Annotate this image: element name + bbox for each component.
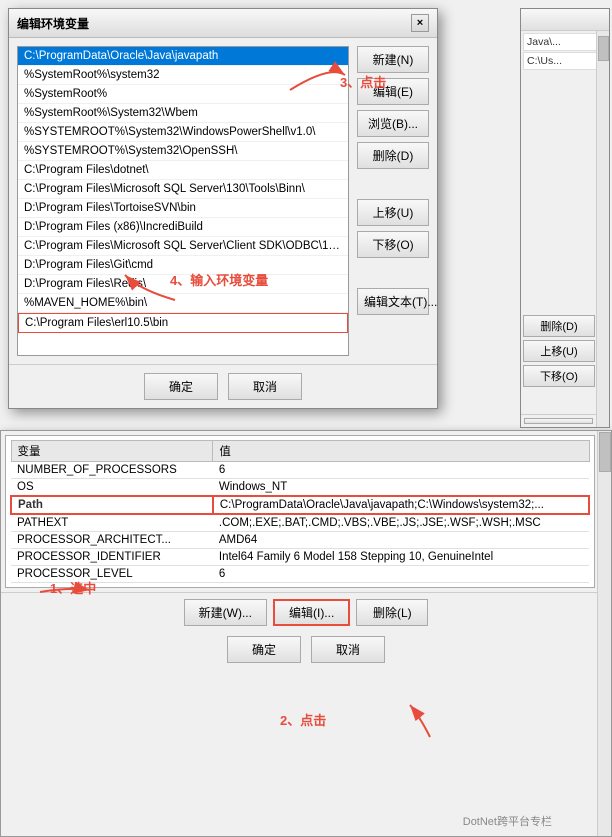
path-list-item-7[interactable]: C:\Program Files\Microsoft SQL Server\13… [18,180,348,199]
table-cell-var: PATHEXT [11,514,213,532]
table-row[interactable]: OSWindows_NT [11,479,589,497]
dialog-close-button[interactable]: × [411,14,429,32]
right-win-scroll-thumb [598,36,609,61]
table-cell-val: .COM;.EXE;.BAT;.CMD;.VBS;.VBE;.JS;.JSE;.… [213,514,589,532]
table-row[interactable]: PROCESSOR_LEVEL6 [11,566,589,583]
path-list-item-10[interactable]: C:\Program Files\Microsoft SQL Server\Cl… [18,237,348,256]
path-list-item-13[interactable]: %MAVEN_HOME%\bin\ [18,294,348,313]
table-row[interactable]: PROCESSOR_ARCHITECT...AMD64 [11,532,589,549]
watermark: DotNet跨平台专栏 [463,813,552,829]
dialog-title: 编辑环境变量 [17,15,89,32]
table-cell-var: PROCESSOR_IDENTIFIER [11,549,213,566]
sys-new-button[interactable]: 新建(W)... [184,599,267,626]
right-win-delete-btn[interactable]: 删除(D) [523,315,595,337]
table-cell-val: Windows_NT [213,479,589,497]
path-list-item-6[interactable]: C:\Program Files\dotnet\ [18,161,348,180]
path-list-item-5[interactable]: %SYSTEMROOT%\System32\OpenSSH\ [18,142,348,161]
sys-cancel-button[interactable]: 取消 [311,636,385,663]
right-win-bottom-btn[interactable] [524,418,593,424]
table-cell-val: C:\ProgramData\Oracle\Java\javapath;C:\W… [213,496,589,514]
path-list-item-9[interactable]: D:\Program Files (x86)\IncrediBuild [18,218,348,237]
path-list-item-4[interactable]: %SYSTEMROOT%\System32\WindowsPowerShell\… [18,123,348,142]
table-cell-val: AMD64 [213,532,589,549]
edit-button[interactable]: 编辑(E) [357,78,429,105]
table-cell-var: NUMBER_OF_PROCESSORS [11,462,213,479]
path-list-item-3[interactable]: %SystemRoot%\System32\Wbem [18,104,348,123]
path-list-item-14[interactable]: C:\Program Files\erl10.5\bin [18,313,348,333]
path-list-item-0[interactable]: C:\ProgramData\Oracle\Java\javapath [18,47,348,66]
system-env-window: 变量值NUMBER_OF_PROCESSORS6OSWindows_NTPath… [0,430,612,837]
table-row[interactable]: PROCESSOR_IDENTIFIERIntel64 Family 6 Mod… [11,549,589,566]
path-list: C:\ProgramData\Oracle\Java\javapath%Syst… [18,47,348,333]
table-row[interactable]: PATHEXT.COM;.EXE;.BAT;.CMD;.VBS;.VBE;.JS… [11,514,589,532]
sys-footer: 确定 取消 [1,632,611,669]
sys-edit-button[interactable]: 编辑(I)... [273,599,350,626]
new-button[interactable]: 新建(N) [357,46,429,73]
path-list-item-12[interactable]: D:\Program Files\Redis\ [18,275,348,294]
table-cell-val: 6 [213,566,589,583]
dialog-content: C:\ProgramData\Oracle\Java\javapath%Syst… [9,38,437,364]
table-cell-val: 6 [213,462,589,479]
right-win-movedown-btn[interactable]: 下移(O) [523,365,595,387]
table-cell-val: Intel64 Family 6 Model 158 Stepping 10, … [213,549,589,566]
table-row[interactable]: PathC:\ProgramData\Oracle\Java\javapath;… [11,496,589,514]
path-list-item-11[interactable]: D:\Program Files\Git\cmd [18,256,348,275]
table-cell-var: Path [11,496,213,514]
delete-button[interactable]: 删除(D) [357,142,429,169]
sys-delete-button[interactable]: 删除(L) [356,599,428,626]
edit-text-button[interactable]: 编辑文本(T)... [357,288,429,315]
right-win-scrollbar[interactable] [596,31,609,427]
right-win-btn-area: 删除(D) 上移(U) 下移(O) [523,315,595,387]
sys-env-table: 变量值NUMBER_OF_PROCESSORS6OSWindows_NTPath… [10,440,590,583]
dialog-footer: 确定 取消 [9,364,437,408]
table-cell-var: OS [11,479,213,497]
path-list-item-8[interactable]: D:\Program Files\TortoiseSVN\bin [18,199,348,218]
edit-env-dialog: 编辑环境变量 × C:\ProgramData\Oracle\Java\java… [8,8,438,409]
cancel-button[interactable]: 取消 [228,373,302,400]
right-win-moveup-btn[interactable]: 上移(U) [523,340,595,362]
table-cell-var: PROCESSOR_LEVEL [11,566,213,583]
sys-table-area: 变量值NUMBER_OF_PROCESSORS6OSWindows_NTPath… [5,435,595,588]
table-row[interactable]: NUMBER_OF_PROCESSORS6 [11,462,589,479]
move-up-button[interactable]: 上移(U) [357,199,429,226]
sys-bottom-buttons: 新建(W)... 编辑(I)... 删除(L) [1,592,611,632]
right-win-bottom [521,414,596,427]
move-down-button[interactable]: 下移(O) [357,231,429,258]
dialog-side-buttons: 新建(N) 编辑(E) 浏览(B)... 删除(D) 上移(U) 下移(O) 编… [357,46,429,356]
sys-ok-button[interactable]: 确定 [227,636,301,663]
right-partial-window: Java\... C:\Us... 删除(D) 上移(U) 下移(O) [520,8,610,428]
browse-button[interactable]: 浏览(B)... [357,110,429,137]
table-cell-var: PROCESSOR_ARCHITECT... [11,532,213,549]
table-header: 变量 [11,441,213,462]
path-list-container[interactable]: C:\ProgramData\Oracle\Java\javapath%Syst… [17,46,349,356]
path-list-item-2[interactable]: %SystemRoot% [18,85,348,104]
right-win-item-2: C:\Us... [523,52,607,70]
ok-button[interactable]: 确定 [144,373,218,400]
right-win-item-1: Java\... [523,33,607,51]
path-list-item-1[interactable]: %SystemRoot%\system32 [18,66,348,85]
right-win-title [521,9,609,31]
sys-table-scroll-thumb [599,432,611,472]
table-header: 值 [213,441,589,462]
dialog-title-bar: 编辑环境变量 × [9,9,437,38]
sys-table-scrollbar[interactable] [597,431,611,836]
